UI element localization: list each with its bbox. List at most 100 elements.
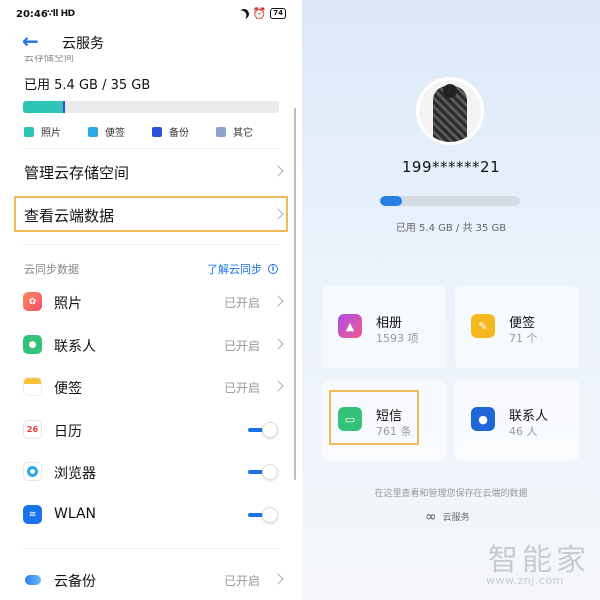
chevron-right-icon <box>272 295 284 307</box>
card-count: 71 个 <box>509 332 538 345</box>
sync-item-name: WLAN <box>54 506 97 522</box>
sync-item-browser[interactable]: 浏览器 <box>0 452 300 492</box>
legend-swatch <box>88 126 98 137</box>
highlight-frame <box>14 196 288 232</box>
manage-storage-label: 管理云存储空间 <box>24 164 130 182</box>
cloud-backup-row[interactable]: 云备份 已开启 <box>0 560 300 600</box>
toggle-knob <box>262 422 278 438</box>
legend-label: 便签 <box>105 128 125 139</box>
sync-section-header: 云同步数据 <box>24 263 79 276</box>
legend-item-notes: 便签 <box>88 124 125 139</box>
card-notes[interactable]: ✎ 便签 71 个 <box>455 286 579 368</box>
sync-item-photos[interactable]: ✿ 照片 已开启 <box>0 282 300 322</box>
info-icon: i <box>268 264 278 274</box>
status-right-icons: ⏰ 74 <box>239 8 286 19</box>
title-bar: ← 云服务 <box>0 28 300 56</box>
sync-item-name: 浏览器 <box>54 466 96 482</box>
usage-segment <box>23 101 63 113</box>
wlan-sync-toggle[interactable] <box>248 507 278 523</box>
legend-label: 其它 <box>233 128 253 139</box>
avatar-head <box>443 84 457 98</box>
manage-storage-row[interactable]: 管理云存储空间 <box>0 152 300 192</box>
chevron-right-icon <box>272 165 284 177</box>
account-usage-fill <box>380 196 402 206</box>
avatar[interactable] <box>419 80 481 142</box>
right-phone-screen: 199******21 已用 5.4 GB / 共 35 GB ▲ 相册 159… <box>302 0 600 600</box>
card-title: 联系人 <box>509 409 549 424</box>
card-album[interactable]: ▲ 相册 1593 项 <box>322 286 446 368</box>
back-arrow-icon[interactable]: ← <box>22 30 39 52</box>
sync-item-name: 联系人 <box>54 339 96 355</box>
contacts-icon: ● <box>23 335 42 354</box>
account-usage-bar <box>380 196 520 206</box>
battery-icon: 74 <box>270 8 286 19</box>
scrollbar[interactable] <box>294 108 296 480</box>
wifi-icon: ≋ <box>23 505 42 524</box>
contacts-icon: ● <box>471 407 495 431</box>
sync-item-name: 照片 <box>54 296 82 312</box>
legend-label: 备份 <box>169 128 189 139</box>
sync-item-contacts[interactable]: ● 联系人 已开启 <box>0 325 300 365</box>
legend-item-photos: 照片 <box>24 124 61 139</box>
browser-ring <box>27 466 38 477</box>
card-count: 1593 项 <box>376 332 419 345</box>
chevron-right-icon <box>272 380 284 392</box>
sync-item-state: 已开启 <box>223 381 260 395</box>
storage-section-label: 云存储空间 <box>24 55 74 64</box>
sync-item-wlan[interactable]: ≋ WLAN <box>0 495 300 535</box>
storage-usage-bar <box>23 101 279 113</box>
cloud-service-brand-label: 云服务 <box>442 513 470 523</box>
card-title: 便签 <box>509 316 536 331</box>
toggle-knob <box>262 507 278 523</box>
card-contacts[interactable]: ● 联系人 46 人 <box>455 379 579 461</box>
sync-item-calendar[interactable]: 26 日历 <box>0 410 300 450</box>
browser-icon <box>23 462 42 481</box>
watermark-url: www.znj.com <box>486 574 564 587</box>
card-title: 相册 <box>376 316 403 331</box>
sync-item-notes[interactable]: 便签 已开启 <box>0 367 300 407</box>
usage-segment <box>62 101 66 113</box>
left-phone-screen: 20:46 ∵ll HD ⏰ 74 ← 云服务 云存储空间 已用 5.4 GB … <box>0 0 300 600</box>
status-bar: 20:46 ∵ll HD ⏰ 74 <box>0 0 300 28</box>
sync-item-state: 已开启 <box>223 339 260 353</box>
notes-icon <box>23 377 42 396</box>
divider <box>22 548 278 549</box>
status-time: 20:46 <box>16 9 48 20</box>
legend-swatch <box>152 126 162 137</box>
sync-item-name: 日历 <box>54 424 82 440</box>
legend-label: 照片 <box>41 128 61 139</box>
chevron-right-icon <box>272 573 284 585</box>
sync-item-name: 便签 <box>54 381 82 397</box>
photos-icon: ✿ <box>23 292 42 311</box>
storage-used-text: 已用 5.4 GB / 35 GB <box>24 78 151 93</box>
page-title: 云服务 <box>62 36 104 52</box>
storage-legend: 照片 便签 备份 其它 <box>24 124 284 139</box>
alarm-icon: ⏰ <box>252 6 267 20</box>
learn-sync-label: 了解云同步 <box>207 263 262 276</box>
divider <box>22 148 278 149</box>
moon-icon <box>237 7 251 21</box>
cloud-backup-icon <box>23 570 42 589</box>
notes-icon: ✎ <box>471 314 495 338</box>
browser-sync-toggle[interactable] <box>248 464 278 480</box>
highlight-frame <box>329 390 419 445</box>
album-icon: ▲ <box>338 314 362 338</box>
account-phone-number: 199******21 <box>401 158 501 176</box>
cloud-service-brand: ∞ 云服务 <box>425 510 470 524</box>
signal-indicator: ∵ll HD <box>47 9 75 19</box>
legend-swatch <box>216 126 226 137</box>
account-used-text: 已用 5.4 GB / 共 35 GB <box>395 223 507 234</box>
calendar-icon: 26 <box>23 420 42 439</box>
chevron-right-icon <box>272 338 284 350</box>
watermark-logo-text: 智能家 <box>488 543 590 578</box>
legend-swatch <box>24 126 34 137</box>
sync-item-state: 已开启 <box>223 296 260 310</box>
learn-sync-link[interactable]: 了解云同步 i <box>207 261 278 277</box>
cloud-data-footnote: 在这里查看和管理您保存在云端的数据 <box>374 489 528 499</box>
toggle-knob <box>262 464 278 480</box>
cloud-backup-state: 已开启 <box>223 574 260 588</box>
calendar-sync-toggle[interactable] <box>248 422 278 438</box>
card-count: 46 人 <box>509 425 538 438</box>
legend-item-other: 其它 <box>216 124 253 139</box>
cloud-backup-name: 云备份 <box>54 574 96 590</box>
